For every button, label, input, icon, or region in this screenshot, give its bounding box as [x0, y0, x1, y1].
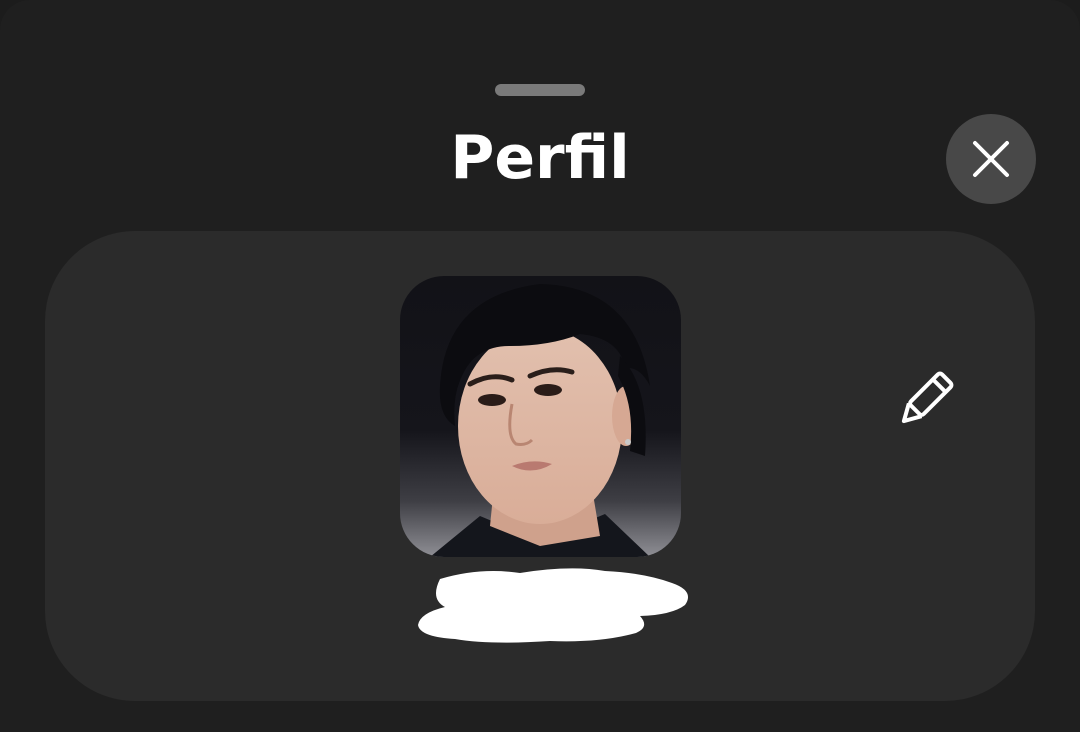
edit-button[interactable]	[883, 362, 963, 442]
profile-sheet: Perfil	[0, 0, 1080, 732]
profile-card	[45, 231, 1035, 701]
username-redaction	[418, 568, 689, 643]
avatar[interactable]	[400, 276, 681, 557]
avatar-photo	[430, 284, 650, 557]
page-title: Perfil	[450, 123, 630, 193]
close-icon	[973, 141, 1009, 177]
close-button[interactable]	[946, 114, 1036, 204]
sheet-grabber[interactable]	[495, 84, 585, 96]
pencil-icon	[901, 371, 954, 424]
